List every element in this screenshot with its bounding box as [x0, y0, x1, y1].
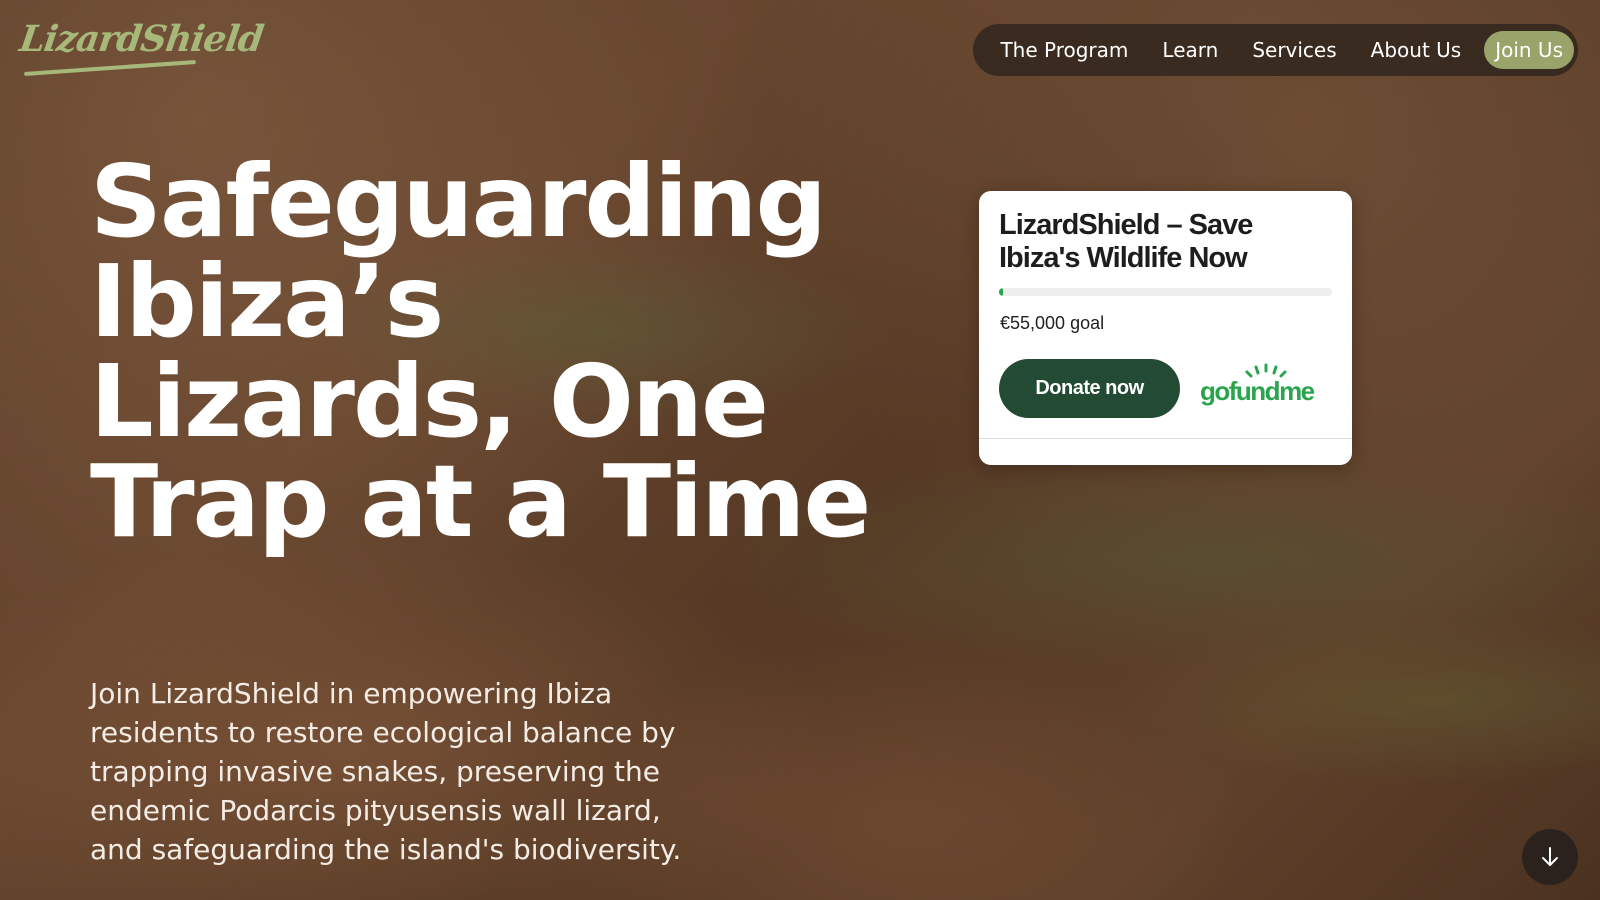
card-divider: [979, 438, 1352, 439]
nav-item-services[interactable]: Services: [1235, 24, 1353, 76]
fundraiser-progress-fill: [999, 288, 1003, 296]
fundraiser-card: LizardShield – Save Ibiza's Wildlife Now…: [979, 191, 1352, 465]
fundraiser-progress-bar: [999, 288, 1332, 296]
donate-now-button[interactable]: Donate now: [999, 359, 1180, 418]
join-us-button[interactable]: Join Us: [1484, 31, 1574, 69]
hero-subtitle: Join LizardShield in empowering Ibiza re…: [90, 677, 682, 866]
brand-logo[interactable]: LizardShield: [17, 18, 265, 60]
nav-item-learn[interactable]: Learn: [1145, 24, 1235, 76]
fundraiser-title[interactable]: LizardShield – Save Ibiza's Wildlife Now: [999, 209, 1332, 275]
gofundme-logo[interactable]: gofundme: [1200, 361, 1332, 407]
scroll-down-button[interactable]: [1522, 829, 1578, 885]
main-nav: The Program Learn Services About Us Join…: [973, 24, 1578, 76]
arrow-down-icon: [1542, 847, 1558, 866]
gofundme-wordmark: gofundme: [1200, 376, 1315, 406]
hero-title: Safeguarding Ibiza’s Lizards, One Trap a…: [90, 143, 871, 560]
nav-item-about-us[interactable]: About Us: [1354, 24, 1479, 76]
fundraiser-goal: €55,000 goal: [1000, 313, 1105, 333]
nav-item-the-program[interactable]: The Program: [983, 24, 1145, 76]
